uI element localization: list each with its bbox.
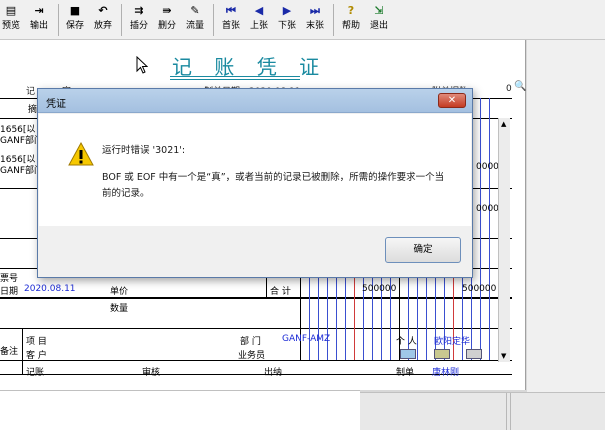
export-button[interactable]: ⇥ 输出 bbox=[26, 3, 52, 37]
flow-icon: ✎ bbox=[190, 4, 200, 17]
person-value[interactable]: 欧阳定华 bbox=[434, 334, 470, 347]
last-record-icon: ⏭ bbox=[310, 4, 320, 17]
preview-button[interactable]: ▤ 预览 bbox=[0, 3, 22, 37]
insert-row-button[interactable]: ⇉ 插分 bbox=[126, 3, 152, 37]
flow-label: 流量 bbox=[185, 21, 204, 31]
prev-record-label: 上张 bbox=[249, 21, 268, 31]
delete-row-icon: ⇛ bbox=[162, 4, 172, 17]
quantity-label: 数量 bbox=[110, 304, 129, 314]
undo-label: 放弃 bbox=[93, 21, 112, 31]
date-value[interactable]: 2020.08.11 bbox=[24, 284, 76, 294]
date-label: 日期 bbox=[0, 287, 19, 297]
mouse-cursor-icon bbox=[136, 56, 148, 74]
maker-label: 制单 bbox=[396, 368, 415, 378]
export-label: 输出 bbox=[29, 21, 48, 31]
first-record-icon: ⏮ bbox=[226, 4, 236, 17]
person-label: 个 人 bbox=[396, 337, 417, 347]
export-icon: ⇥ bbox=[34, 4, 44, 17]
preview-icon: ▤ bbox=[5, 4, 17, 17]
error-code-text: 运行时错误 '3021': bbox=[102, 145, 186, 156]
help-label: 帮助 bbox=[341, 21, 360, 31]
warning-icon bbox=[68, 142, 94, 166]
error-message-text: BOF 或 EOF 中有一个是“真”，或者当前的记录已被删除，所需的操作要求一个… bbox=[102, 172, 445, 199]
voucher-type-label: 记 bbox=[26, 87, 36, 97]
toolbar-separator bbox=[58, 4, 59, 36]
toolbar: ▤ 预览 ⇥ 输出 ■ 保存 ↶ 放弃 ⇉ 插分 ⇛ 删分 ✎ 流量 ⏮ 首张 … bbox=[0, 0, 605, 40]
exit-button[interactable]: ⇲ 退出 bbox=[366, 3, 392, 37]
save-button[interactable]: ■ 保存 bbox=[62, 3, 88, 37]
attach-count[interactable]: 0 bbox=[506, 84, 512, 94]
card-icon[interactable] bbox=[400, 349, 416, 359]
next-record-icon: ▶ bbox=[282, 4, 292, 17]
first-record-button[interactable]: ⏮ 首张 bbox=[218, 3, 244, 37]
cashier-label: 出纳 bbox=[264, 368, 283, 378]
dept-label: 部 门 bbox=[240, 337, 261, 347]
title-underline bbox=[170, 76, 300, 77]
lower-panel bbox=[360, 392, 605, 430]
next-record-button[interactable]: ▶ 下张 bbox=[274, 3, 300, 37]
delete-row-label: 删分 bbox=[157, 21, 176, 31]
last-record-label: 末张 bbox=[305, 21, 324, 31]
title-underline bbox=[170, 79, 300, 80]
vertical-scrollbar[interactable]: ▲ ▼ bbox=[498, 118, 510, 362]
total-debit: 500000 bbox=[362, 284, 397, 294]
dept-value[interactable]: GANF-AMZ bbox=[282, 334, 330, 344]
salesman-label: 业务员 bbox=[238, 351, 266, 361]
preview-label: 预览 bbox=[1, 21, 20, 31]
insert-row-icon: ⇉ bbox=[134, 4, 144, 17]
help-icon: ? bbox=[347, 4, 355, 17]
flow-button[interactable]: ✎ 流量 bbox=[182, 3, 208, 37]
toolbar-separator bbox=[213, 4, 214, 36]
bookkeep-label: 记账 bbox=[26, 368, 45, 378]
row-amount: 0000 bbox=[476, 204, 499, 214]
remark-label: 备注 bbox=[0, 347, 19, 357]
toolbar-separator bbox=[121, 4, 122, 36]
summary-column-header: 摘 bbox=[28, 105, 38, 115]
close-button[interactable]: ✕ bbox=[438, 93, 466, 108]
scroll-up-icon[interactable]: ▲ bbox=[501, 120, 506, 128]
dialog-titlebar[interactable]: 凭证 ✕ bbox=[38, 89, 472, 113]
undo-icon: ↶ bbox=[98, 4, 108, 17]
first-record-label: 首张 bbox=[221, 21, 240, 31]
maker-value: 唐林刚 bbox=[432, 368, 460, 378]
ticket-label: 票号 bbox=[0, 274, 19, 284]
ok-button[interactable]: 确定 bbox=[385, 237, 461, 263]
prev-record-button[interactable]: ◀ 上张 bbox=[246, 3, 272, 37]
close-icon: ✕ bbox=[447, 95, 457, 106]
toolbar-separator bbox=[333, 4, 334, 36]
save-icon: ■ bbox=[69, 4, 81, 17]
undo-button[interactable]: ↶ 放弃 bbox=[90, 3, 116, 37]
delete-row-button[interactable]: ⇛ 删分 bbox=[154, 3, 180, 37]
status-area bbox=[0, 390, 360, 430]
customer-label: 客 户 bbox=[26, 351, 47, 361]
row-amount: 0000 bbox=[476, 162, 499, 172]
exit-icon: ⇲ bbox=[374, 4, 384, 17]
card-icon[interactable] bbox=[434, 349, 450, 359]
dialog-title: 凭证 bbox=[46, 99, 66, 110]
prev-record-icon: ◀ bbox=[254, 4, 264, 17]
total-credit: 500000 bbox=[462, 284, 497, 294]
exit-label: 退出 bbox=[369, 21, 388, 31]
lookup-icon[interactable]: 🔍 bbox=[514, 81, 526, 92]
card-icon[interactable] bbox=[466, 349, 482, 359]
total-label: 合 计 bbox=[270, 287, 291, 297]
audit-label: 审核 bbox=[142, 368, 161, 378]
error-dialog: 凭证 ✕ 运行时错误 '3021': BOF 或 EOF 中有一个是“真”，或者… bbox=[37, 88, 473, 278]
next-record-label: 下张 bbox=[277, 21, 296, 31]
unit-price-label: 单价 bbox=[110, 287, 129, 297]
scroll-down-icon[interactable]: ▼ bbox=[501, 352, 506, 360]
save-label: 保存 bbox=[65, 21, 84, 31]
insert-row-label: 插分 bbox=[129, 21, 148, 31]
right-panel bbox=[527, 40, 605, 430]
dialog-body: 运行时错误 '3021': BOF 或 EOF 中有一个是“真”，或者当前的记录… bbox=[39, 114, 471, 226]
project-label: 项 目 bbox=[26, 337, 47, 347]
help-button[interactable]: ? 帮助 bbox=[338, 3, 364, 37]
last-record-button[interactable]: ⏭ 末张 bbox=[302, 3, 328, 37]
